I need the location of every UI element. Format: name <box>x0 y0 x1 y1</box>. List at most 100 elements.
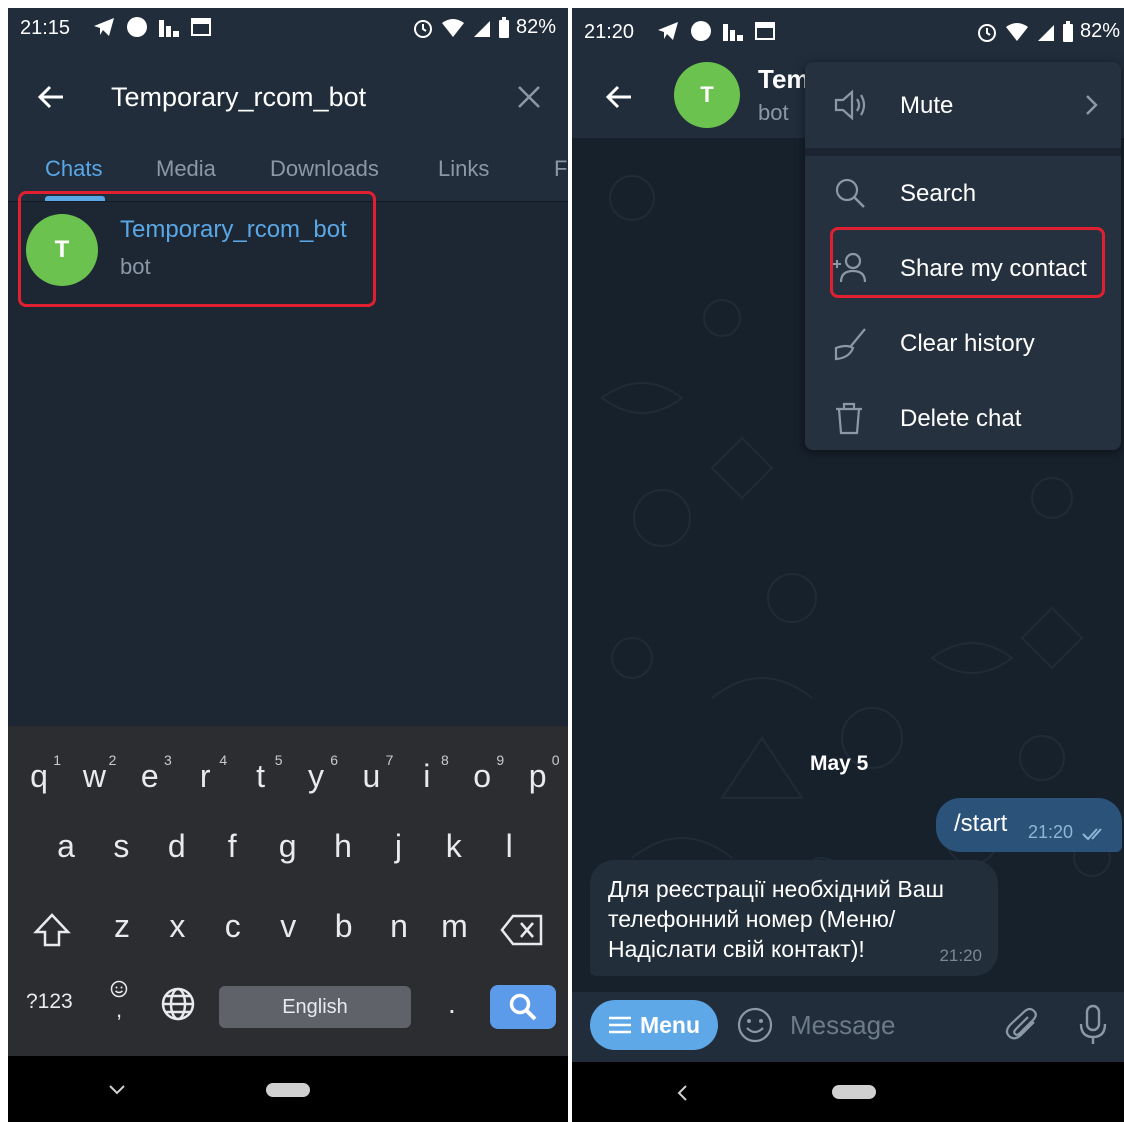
chevron-right-icon <box>1086 95 1098 115</box>
key-p[interactable]: p0 <box>514 752 562 795</box>
key-number-hint: 4 <box>219 752 228 768</box>
home-pill[interactable] <box>266 1083 310 1097</box>
shift-key-icon[interactable] <box>32 912 72 948</box>
key-n[interactable]: n <box>375 908 423 945</box>
highlight-box <box>830 227 1105 298</box>
key-letter: w <box>82 758 106 794</box>
message-time: 21:20 <box>939 946 982 965</box>
search-icon <box>509 993 537 1021</box>
key-t[interactable]: t5 <box>237 752 285 795</box>
key-number-hint: 7 <box>385 752 394 768</box>
menu-item-clear-history[interactable]: Clear history <box>805 308 1121 378</box>
message-time: 21:20 <box>1028 822 1074 842</box>
key-x[interactable]: x <box>153 908 201 945</box>
message-input[interactable]: Message <box>790 1010 896 1041</box>
wifi-icon <box>441 18 464 37</box>
date-separator: May 5 <box>810 752 869 775</box>
key-letter: e <box>140 758 159 794</box>
chevron-down-icon[interactable] <box>108 1084 126 1096</box>
key-w[interactable]: w2 <box>70 752 118 795</box>
chevron-left-icon[interactable] <box>676 1084 688 1102</box>
paperclip-icon[interactable] <box>1004 1006 1042 1044</box>
symbols-key[interactable]: ?123 <box>26 990 73 1014</box>
key-q[interactable]: q1 <box>15 752 63 795</box>
home-pill[interactable] <box>832 1085 876 1099</box>
emoji-icon[interactable] <box>736 1006 774 1044</box>
space-key[interactable]: English <box>219 986 411 1028</box>
tab-media[interactable]: Media <box>156 156 216 182</box>
tab-links[interactable]: Links <box>438 156 489 182</box>
key-number-hint: 6 <box>330 752 338 768</box>
key-r[interactable]: r4 <box>181 752 229 795</box>
key-l[interactable]: l <box>485 828 533 865</box>
menu-label: Mute <box>900 92 954 119</box>
key-letter: y <box>308 758 324 794</box>
key-j[interactable]: j <box>374 828 422 865</box>
key-b[interactable]: b <box>320 908 368 945</box>
tab-downloads[interactable]: Downloads <box>270 156 379 182</box>
tab-chats[interactable]: Chats <box>45 156 102 182</box>
chat-title[interactable]: Tem <box>758 64 810 95</box>
key-m[interactable]: m <box>430 908 478 945</box>
broom-icon <box>834 328 866 361</box>
backspace-key-icon[interactable] <box>500 914 544 946</box>
telegram-icon <box>658 22 678 40</box>
microphone-icon[interactable] <box>1078 1004 1108 1046</box>
key-a[interactable]: a <box>42 828 90 865</box>
globe-icon[interactable] <box>160 986 196 1022</box>
key-k[interactable]: k <box>430 828 478 865</box>
key-letter: q <box>30 758 48 794</box>
key-h[interactable]: h <box>319 828 367 865</box>
battery-level: 82% <box>515 16 556 38</box>
outgoing-message[interactable]: /start 21:20 <box>936 798 1122 852</box>
comma-label: , <box>115 997 123 1022</box>
nav-bar <box>8 1056 568 1122</box>
double-check-icon <box>1082 828 1102 841</box>
back-arrow-icon[interactable] <box>36 82 66 112</box>
key-d[interactable]: d <box>153 828 201 865</box>
key-e[interactable]: e3 <box>126 752 174 795</box>
chat-subtitle: bot <box>758 100 789 125</box>
bot-menu-button[interactable]: Menu <box>590 1000 718 1050</box>
key-g[interactable]: g <box>264 828 312 865</box>
menu-divider <box>805 148 1121 156</box>
tab-files[interactable]: F <box>554 156 567 182</box>
key-c[interactable]: c <box>209 908 257 945</box>
search-header: Temporary_rcom_bot <box>8 52 568 146</box>
key-y[interactable]: y6 <box>292 752 340 795</box>
status-bar: 21:20 82% <box>572 8 1124 52</box>
search-key[interactable] <box>490 985 556 1029</box>
key-number-hint: 5 <box>274 752 283 768</box>
avatar[interactable]: T <box>674 62 740 128</box>
key-v[interactable]: v <box>264 908 312 945</box>
close-icon[interactable] <box>516 84 542 110</box>
hamburger-icon <box>608 1016 631 1034</box>
nav-bar <box>572 1062 1124 1122</box>
wifi-icon <box>1005 22 1028 41</box>
menu-item-delete-chat[interactable]: Delete chat <box>805 383 1121 453</box>
emoji-comma-key[interactable]: , <box>110 980 128 1022</box>
menu-item-mute[interactable]: Mute <box>805 70 1121 140</box>
period-key[interactable]: . <box>448 988 456 1020</box>
circle-icon <box>691 21 711 41</box>
search-query[interactable]: Temporary_rcom_bot <box>111 82 366 113</box>
highlight-box <box>18 191 376 307</box>
trash-icon <box>836 402 862 435</box>
back-arrow-icon[interactable] <box>604 82 634 112</box>
menu-item-search[interactable]: Search <box>805 158 1121 228</box>
key-number-hint: 1 <box>53 752 61 768</box>
key-o[interactable]: o9 <box>458 752 506 795</box>
keyboard: q1w2e3r4t5y6u7i8o9p0 asdfghjkl zxcvbnm ?… <box>8 726 568 1056</box>
key-letter: t <box>256 758 266 794</box>
calendar-icon <box>755 22 775 40</box>
key-i[interactable]: i8 <box>403 752 451 795</box>
key-f[interactable]: f <box>208 828 256 865</box>
menu-label: Delete chat <box>900 405 1022 432</box>
key-s[interactable]: s <box>97 828 145 865</box>
key-u[interactable]: u7 <box>347 752 395 795</box>
incoming-message[interactable]: Для реєстрації необхідний Ваш телефонний… <box>590 860 998 976</box>
alarm-icon <box>413 19 432 38</box>
right-screen: 21:20 82% T Tem bot Mute Search Share my… <box>572 8 1124 1122</box>
alarm-icon <box>977 23 996 42</box>
key-z[interactable]: z <box>98 908 146 945</box>
